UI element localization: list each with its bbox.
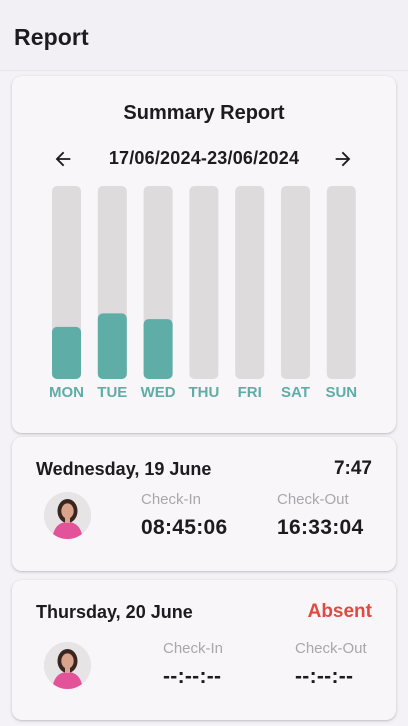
check-in-time: 08:45:06: [141, 516, 228, 539]
summary-card: MON TUE WED THU FRI SAT SUN Summary Report 17/…: [12, 76, 396, 433]
bar-label-wed: WED: [141, 384, 176, 401]
avatar: [44, 642, 91, 689]
check-in-label: Check-In: [163, 640, 224, 657]
bar-wed[interactable]: [143, 319, 173, 379]
check-out-time: 16:33:04: [277, 516, 364, 539]
bar-label-sun: SUN: [325, 384, 357, 401]
avatar: [44, 492, 91, 539]
check-in-time: --:--:--: [163, 665, 222, 688]
bar-label-mon: MON: [49, 384, 84, 401]
page-title: Report: [14, 24, 89, 50]
summary-title: Summary Report: [123, 102, 285, 124]
check-in-label: Check-In: [141, 491, 202, 508]
bar-label-thu: THU: [188, 384, 219, 401]
bar-track-sat: [281, 186, 310, 379]
check-out-time: --:--:--: [295, 665, 354, 688]
bar-label-tue: TUE: [97, 384, 127, 401]
attendance-card[interactable]: Thursday, 20 June Absent Check-In Check-…: [12, 580, 396, 720]
check-out-label: Check-Out: [277, 491, 349, 508]
bar-label-sat: SAT: [281, 384, 310, 401]
date-range-text: 17/06/2024-23/06/2024: [108, 148, 300, 168]
bar-label-fri: FRI: [238, 384, 262, 401]
arrow-left-icon[interactable]: [50, 146, 76, 172]
check-out-label: Check-Out: [295, 640, 367, 657]
status-badge: Absent: [307, 601, 372, 622]
attendance-card[interactable]: Wednesday, 19 June 7:47 Check-In Check-O…: [12, 437, 396, 571]
attendance-date: Thursday, 20 June: [36, 602, 193, 622]
weekly-bar-chart: MON TUE WED THU FRI SAT SUN: [49, 186, 357, 401]
bar-track-fri: [235, 186, 265, 379]
bar-track-sun: [326, 186, 356, 379]
worked-hours: 7:47: [333, 458, 372, 479]
bar-mon[interactable]: [52, 326, 81, 379]
attendance-date: Wednesday, 19 June: [36, 459, 212, 479]
bar-tue[interactable]: [97, 313, 127, 379]
bar-track-thu: [189, 186, 219, 379]
arrow-right-icon[interactable]: [330, 146, 356, 172]
app-bar: Report: [0, 0, 408, 71]
date-range-selector: 17/06/2024-23/06/2024: [12, 146, 396, 172]
